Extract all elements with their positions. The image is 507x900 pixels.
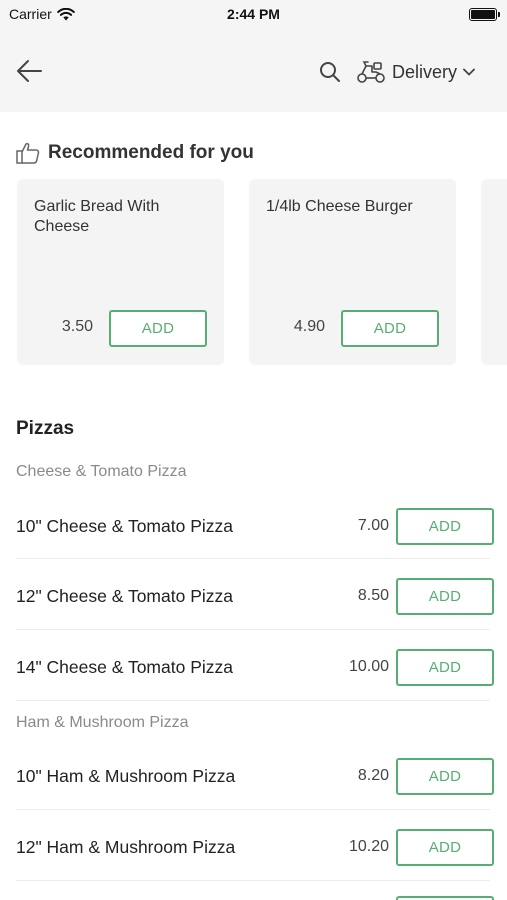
add-button-partial[interactable] xyxy=(396,896,494,900)
subsection-title: Ham & Mushroom Pizza xyxy=(16,714,189,731)
thumbs-up-icon xyxy=(16,142,40,164)
nav-bar: Delivery xyxy=(0,30,507,112)
menu-item-name: 10" Ham & Mushroom Pizza xyxy=(16,765,236,786)
recommended-header: Recommended for you xyxy=(16,142,254,164)
add-button[interactable]: ADD xyxy=(396,508,494,545)
menu-item-name: 12" Cheese & Tomato Pizza xyxy=(16,585,233,606)
menu-item-price: 8.20 xyxy=(357,767,389,784)
scooter-icon xyxy=(357,61,385,83)
menu-item: 12" Ham & Mushroom Pizza 10.20 ADD xyxy=(16,817,507,877)
back-button[interactable] xyxy=(12,54,46,88)
recommended-item-name: 1/4lb Cheese Burger xyxy=(266,198,413,215)
add-button[interactable]: ADD xyxy=(341,310,439,347)
battery-level xyxy=(471,10,495,19)
divider xyxy=(16,629,490,630)
add-button[interactable]: ADD xyxy=(396,649,494,686)
chevron-down-icon xyxy=(463,68,475,76)
menu-item-price: 10.20 xyxy=(348,838,389,855)
divider xyxy=(16,558,490,559)
recommended-item-price: 3.50 xyxy=(61,318,93,335)
battery-icon xyxy=(469,8,500,21)
recommended-card-partial[interactable] xyxy=(481,179,507,365)
recommended-item-name: Garlic Bread With Cheese xyxy=(34,198,160,235)
search-icon xyxy=(320,62,340,82)
menu-item-name: 14" Cheese & Tomato Pizza xyxy=(16,656,233,677)
recommended-carousel[interactable]: Garlic Bread With Cheese 3.50 ADD 1/4lb … xyxy=(17,179,507,365)
status-time: 2:44 PM xyxy=(227,6,280,22)
delivery-mode-selector[interactable]: Delivery xyxy=(356,56,475,88)
recommended-card[interactable]: 1/4lb Cheese Burger 4.90 ADD xyxy=(249,179,456,365)
recommended-title: Recommended for you xyxy=(48,142,254,163)
divider xyxy=(16,809,490,810)
recommended-item-price: 4.90 xyxy=(293,318,325,335)
back-arrow-icon xyxy=(17,60,42,82)
status-bar: Carrier 2:44 PM xyxy=(0,0,507,30)
add-button[interactable]: ADD xyxy=(396,829,494,866)
menu-item: 14" Cheese & Tomato Pizza 10.00 ADD xyxy=(16,637,507,697)
subsection-title: Cheese & Tomato Pizza xyxy=(16,463,187,480)
menu-item: 12" Cheese & Tomato Pizza 8.50 ADD xyxy=(16,566,507,626)
menu-item-price: 10.00 xyxy=(348,658,389,675)
divider xyxy=(16,700,490,701)
add-button[interactable]: ADD xyxy=(109,310,207,347)
section-title-pizzas: Pizzas xyxy=(16,418,75,439)
add-button[interactable]: ADD xyxy=(396,578,494,615)
delivery-mode-label: Delivery xyxy=(392,61,458,82)
divider xyxy=(16,880,490,881)
menu-item-name: 10" Cheese & Tomato Pizza xyxy=(16,515,233,536)
recommended-card[interactable]: Garlic Bread With Cheese 3.50 ADD xyxy=(17,179,224,365)
menu-item: 10" Ham & Mushroom Pizza 8.20 ADD xyxy=(16,746,507,806)
add-button[interactable]: ADD xyxy=(396,758,494,795)
menu-item: 10" Cheese & Tomato Pizza 7.00 ADD xyxy=(16,496,507,556)
menu-item-price: 8.50 xyxy=(357,587,389,604)
menu-item-price: 7.00 xyxy=(357,517,389,534)
search-button[interactable] xyxy=(316,58,344,86)
menu-item-name: 12" Ham & Mushroom Pizza xyxy=(16,836,236,857)
